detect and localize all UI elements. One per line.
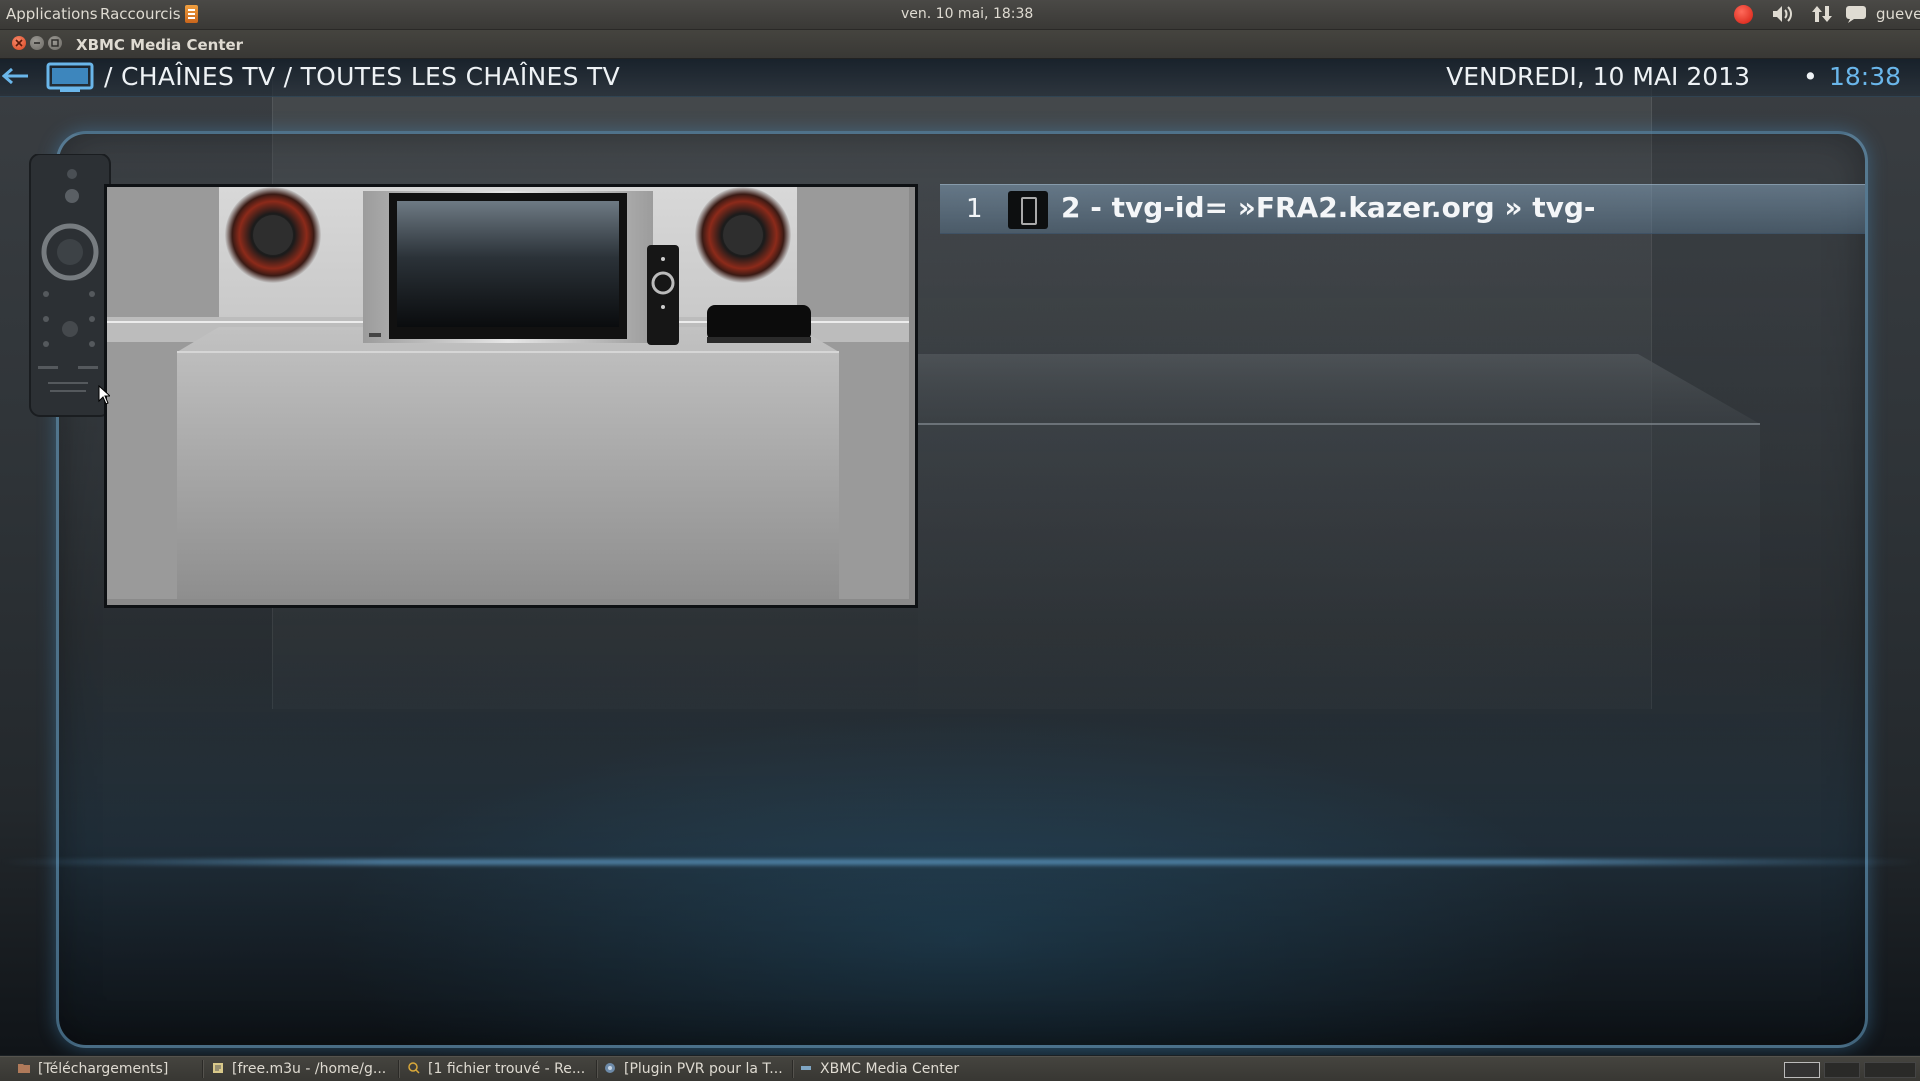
remote-graphic xyxy=(29,154,111,417)
channel-logo-icon xyxy=(1008,191,1048,229)
channel-preview xyxy=(104,184,918,608)
minimize-icon xyxy=(34,42,40,44)
task-label: [Téléchargements] xyxy=(38,1061,169,1077)
messaging-icon[interactable] xyxy=(1844,4,1868,24)
browser-icon xyxy=(605,1063,615,1073)
bottom-glow xyxy=(0,859,1920,865)
task-label: XBMC Media Center xyxy=(820,1061,960,1077)
task-xbmc[interactable]: XBMC Media Center xyxy=(800,1057,1000,1081)
text-editor-icon xyxy=(213,1063,223,1073)
header-bar: / CHAÎNES TV / TOUTES LES CHAÎNES TV VEN… xyxy=(0,59,1920,97)
channel-list-item[interactable]: 1 2 - tvg-id= »FRA2.kazer.org » tvg- xyxy=(940,184,1865,234)
minimize-button[interactable] xyxy=(30,36,44,50)
task-label: [Plugin PVR pour la T... xyxy=(624,1061,783,1077)
window-title-bar[interactable]: XBMC Media Center xyxy=(0,30,1920,59)
task-text-editor[interactable]: [free.m3u - /home/g... xyxy=(212,1057,392,1081)
window-title: XBMC Media Center xyxy=(76,36,244,54)
back-arrow-icon[interactable] xyxy=(2,68,30,84)
mouse-cursor-icon xyxy=(98,385,110,405)
task-downloads[interactable]: [Téléchargements] xyxy=(18,1057,198,1081)
task-label: [1 fichier trouvé - Re... xyxy=(428,1061,586,1077)
panel-clock[interactable]: ven. 10 mai, 18:38 xyxy=(901,6,1033,22)
xbmc-screen: / CHAÎNES TV / TOUTES LES CHAÎNES TV VEN… xyxy=(0,59,1920,1055)
shelf-decoration xyxy=(918,354,1760,714)
task-browser[interactable]: [Plugin PVR pour la T... xyxy=(604,1057,788,1081)
user-menu[interactable]: guevel xyxy=(1876,5,1920,23)
taskbar: [Téléchargements] [free.m3u - /home/g...… xyxy=(0,1056,1920,1081)
shortcuts-menu[interactable]: Raccourcis xyxy=(100,5,181,23)
close-button[interactable] xyxy=(12,36,26,50)
workspace-2[interactable] xyxy=(1824,1062,1860,1078)
maximize-icon xyxy=(51,39,59,47)
task-label: [free.m3u - /home/g... xyxy=(232,1061,387,1077)
top-panel: Applications Raccourcis ven. 10 mai, 18:… xyxy=(0,0,1920,30)
applications-menu[interactable]: Applications xyxy=(6,5,98,23)
date-time-separator: • xyxy=(1803,62,1818,91)
search-icon xyxy=(408,1062,420,1074)
folder-icon xyxy=(18,1064,30,1073)
channel-number: 1 xyxy=(966,194,983,224)
workspace-1[interactable] xyxy=(1784,1062,1820,1078)
network-icon[interactable] xyxy=(1810,4,1834,24)
tv-icon xyxy=(46,62,94,92)
record-indicator-icon[interactable] xyxy=(1734,5,1753,24)
channel-list: 1 2 - tvg-id= »FRA2.kazer.org » tvg- xyxy=(940,184,1865,234)
xbmc-icon xyxy=(801,1066,811,1070)
workspace-3[interactable] xyxy=(1864,1062,1916,1078)
time-label: 18:38 xyxy=(1829,62,1902,91)
maximize-button[interactable] xyxy=(48,36,62,50)
breadcrumb: / CHAÎNES TV / TOUTES LES CHAÎNES TV xyxy=(104,62,620,91)
date-label: VENDREDI, 10 MAI 2013 xyxy=(1446,62,1750,91)
task-search[interactable]: [1 fichier trouvé - Re... xyxy=(408,1057,594,1081)
channel-name: 2 - tvg-id= »FRA2.kazer.org » tvg- xyxy=(1061,191,1596,224)
launcher-icon[interactable] xyxy=(185,5,198,23)
volume-icon[interactable] xyxy=(1771,4,1797,24)
home-theater-thumbnail xyxy=(107,187,909,599)
close-icon xyxy=(15,39,23,47)
